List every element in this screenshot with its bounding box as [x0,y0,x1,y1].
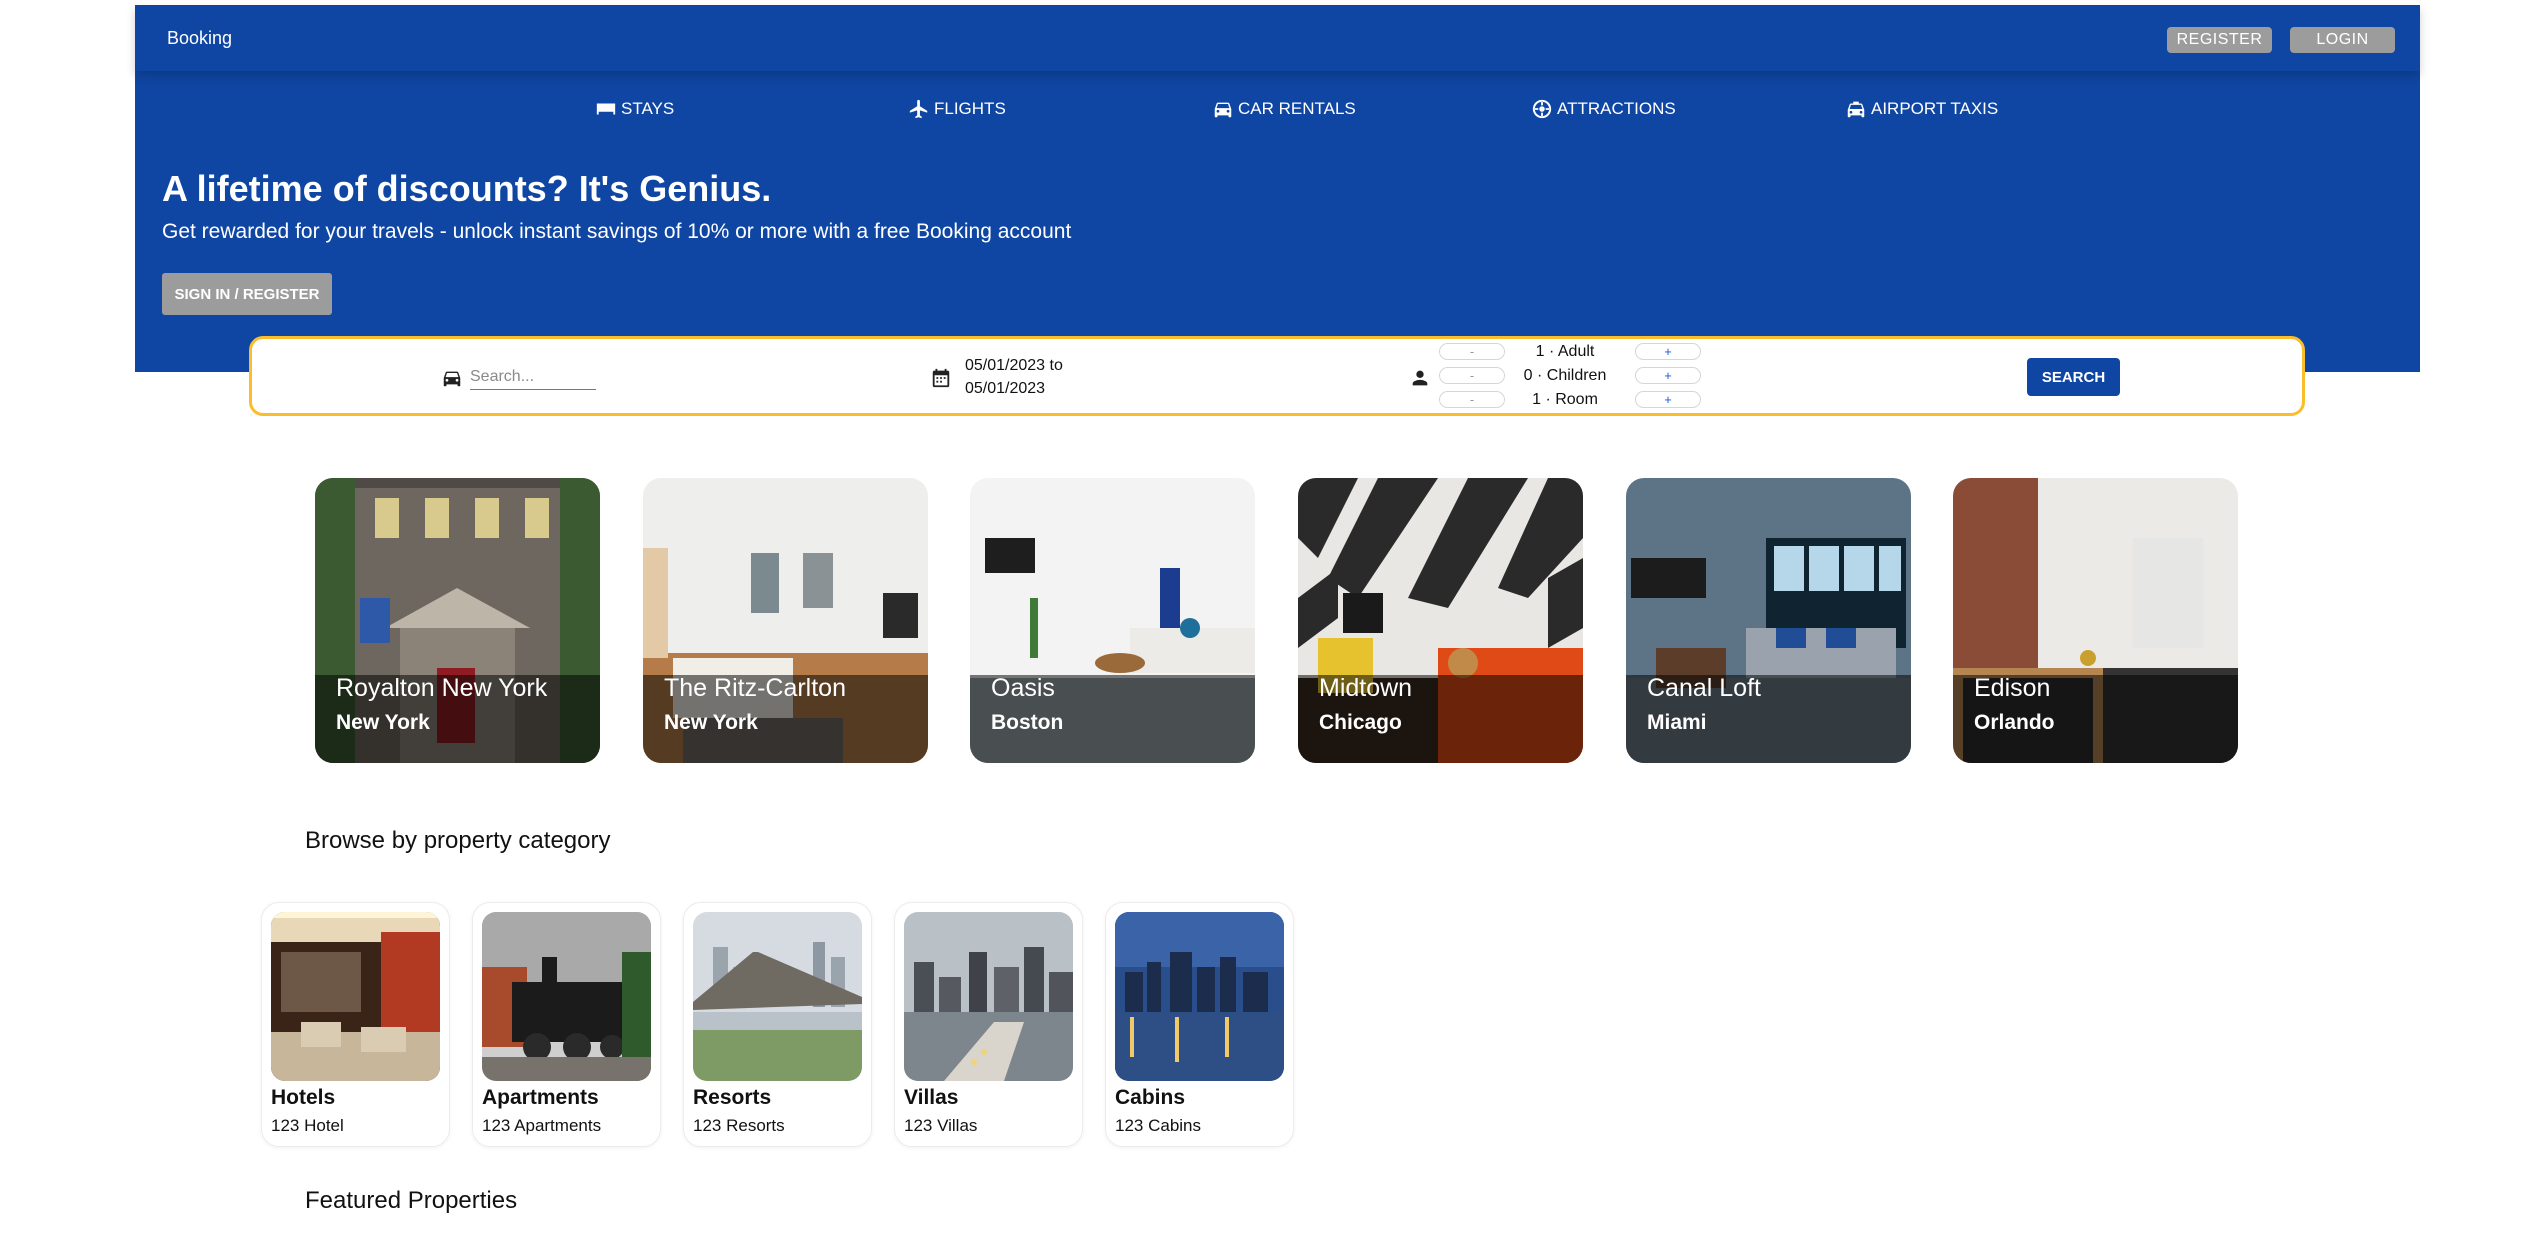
city-card-title: Royalton New York [336,674,548,702]
featured-city-card[interactable]: Royalton New York New York [315,478,600,763]
category-count: 123 Resorts [693,1116,785,1135]
adult-decrement-button[interactable]: - [1439,343,1505,360]
adult-count: 1 · Adult [1535,343,1595,360]
nav-car-rentals[interactable]: CAR RENTALS [1212,98,1356,120]
category-photo [271,912,440,1081]
city-card-city: Orlando [1974,711,2055,734]
city-card-city: New York [664,711,758,734]
city-card-city: New York [336,711,430,734]
car-icon [443,371,461,387]
category-count: 123 Apartments [482,1116,602,1135]
hero-banner: Booking REGISTER LOGIN STAYS FLIGHTS CAR… [135,5,2420,372]
login-button[interactable]: LOGIN [2290,27,2395,53]
featured-city-card[interactable]: Edison Orlando [1953,478,2238,763]
room-count: 1 · Room [1532,391,1598,408]
category-count: 123 Villas [904,1116,978,1135]
category-title: Hotels [271,1086,336,1109]
hero-title: A lifetime of discounts? It's Genius. [162,168,772,209]
room-increment-button[interactable]: + [1635,391,1701,408]
search-bar: 05/01/2023 to 05/01/2023 - 1 · Adult + -… [249,336,2305,416]
category-title: Cabins [1115,1086,1186,1109]
featured-city-card[interactable]: Oasis Boston [970,478,1255,763]
date-end: 05/01/2023 [965,380,1046,397]
brand-logo[interactable]: Booking [167,28,232,49]
calendar-icon [932,368,950,388]
featured-city-card[interactable]: Midtown Chicago [1298,478,1583,763]
date-range-picker[interactable]: 05/01/2023 to 05/01/2023 [965,354,1063,400]
category-photo [1115,912,1284,1081]
city-card-title: The Ritz-Carlton [664,674,846,702]
category-photo [482,912,651,1081]
category-title: Apartments [482,1086,599,1109]
register-button[interactable]: REGISTER [2167,27,2272,53]
search-button[interactable]: SEARCH [2027,358,2120,396]
nav-flights-label: FLIGHTS [934,99,1006,118]
sign-in-register-button[interactable]: SIGN IN / REGISTER [162,273,332,315]
city-card-title: Oasis [991,674,1055,702]
nav-flights[interactable]: FLIGHTS [908,98,1006,120]
room-decrement-button[interactable]: - [1439,391,1505,408]
taxi-icon [1847,101,1865,118]
featured-city-card[interactable]: The Ritz-Carlton New York [643,478,928,763]
city-card-title: Canal Loft [1647,674,1761,702]
category-card-cabins[interactable]: Cabins 123 Cabins [1105,902,1294,1147]
destination-search-input[interactable] [470,365,596,390]
nav-airport-taxis[interactable]: AIRPORT TAXIS [1845,98,1998,120]
category-title: Resorts [693,1086,772,1109]
plane-icon [909,99,928,119]
car-icon [1214,102,1232,118]
nav-attractions-label: ATTRACTIONS [1557,99,1676,118]
category-count: 123 Cabins [1115,1116,1202,1135]
category-card-resorts[interactable]: Resorts 123 Resorts [683,902,872,1147]
nav-car-rentals-label: CAR RENTALS [1238,99,1356,118]
city-card-title: Edison [1974,674,2051,702]
featured-properties-heading: Featured Properties [305,1187,518,1214]
category-card-apartments[interactable]: Apartments 123 Apartments [472,902,661,1147]
attraction-icon [1532,99,1552,119]
city-card-city: Miami [1647,711,1707,734]
category-photo [693,912,862,1081]
nav-stays-label: STAYS [621,99,675,118]
children-increment-button[interactable]: + [1635,367,1701,384]
nav-stays[interactable]: STAYS [595,98,674,120]
top-navbar: Booking REGISTER LOGIN [135,5,2420,71]
nav-attractions[interactable]: ATTRACTIONS [1531,98,1676,120]
category-title: Villas [904,1086,959,1109]
category-photo [904,912,1073,1081]
city-card-city: Chicago [1319,711,1402,734]
category-card-villas[interactable]: Villas 123 Villas [894,902,1083,1147]
city-card-city: Boston [991,711,1064,734]
nav-airport-taxis-label: AIRPORT TAXIS [1871,99,1999,118]
adult-increment-button[interactable]: + [1635,343,1701,360]
date-start: 05/01/2023 to [965,357,1063,374]
category-count: 123 Hotel [271,1116,344,1135]
person-icon [1412,370,1428,386]
children-decrement-button[interactable]: - [1439,367,1505,384]
city-card-title: Midtown [1319,674,1413,702]
category-card-hotels[interactable]: Hotels 123 Hotel [261,902,450,1147]
featured-city-card[interactable]: Canal Loft Miami [1626,478,1911,763]
hero-subtitle: Get rewarded for your travels - unlock i… [162,220,1072,243]
children-count: 0 · Children [1523,367,1607,384]
bed-icon [596,103,616,115]
browse-category-heading: Browse by property category [305,827,611,854]
